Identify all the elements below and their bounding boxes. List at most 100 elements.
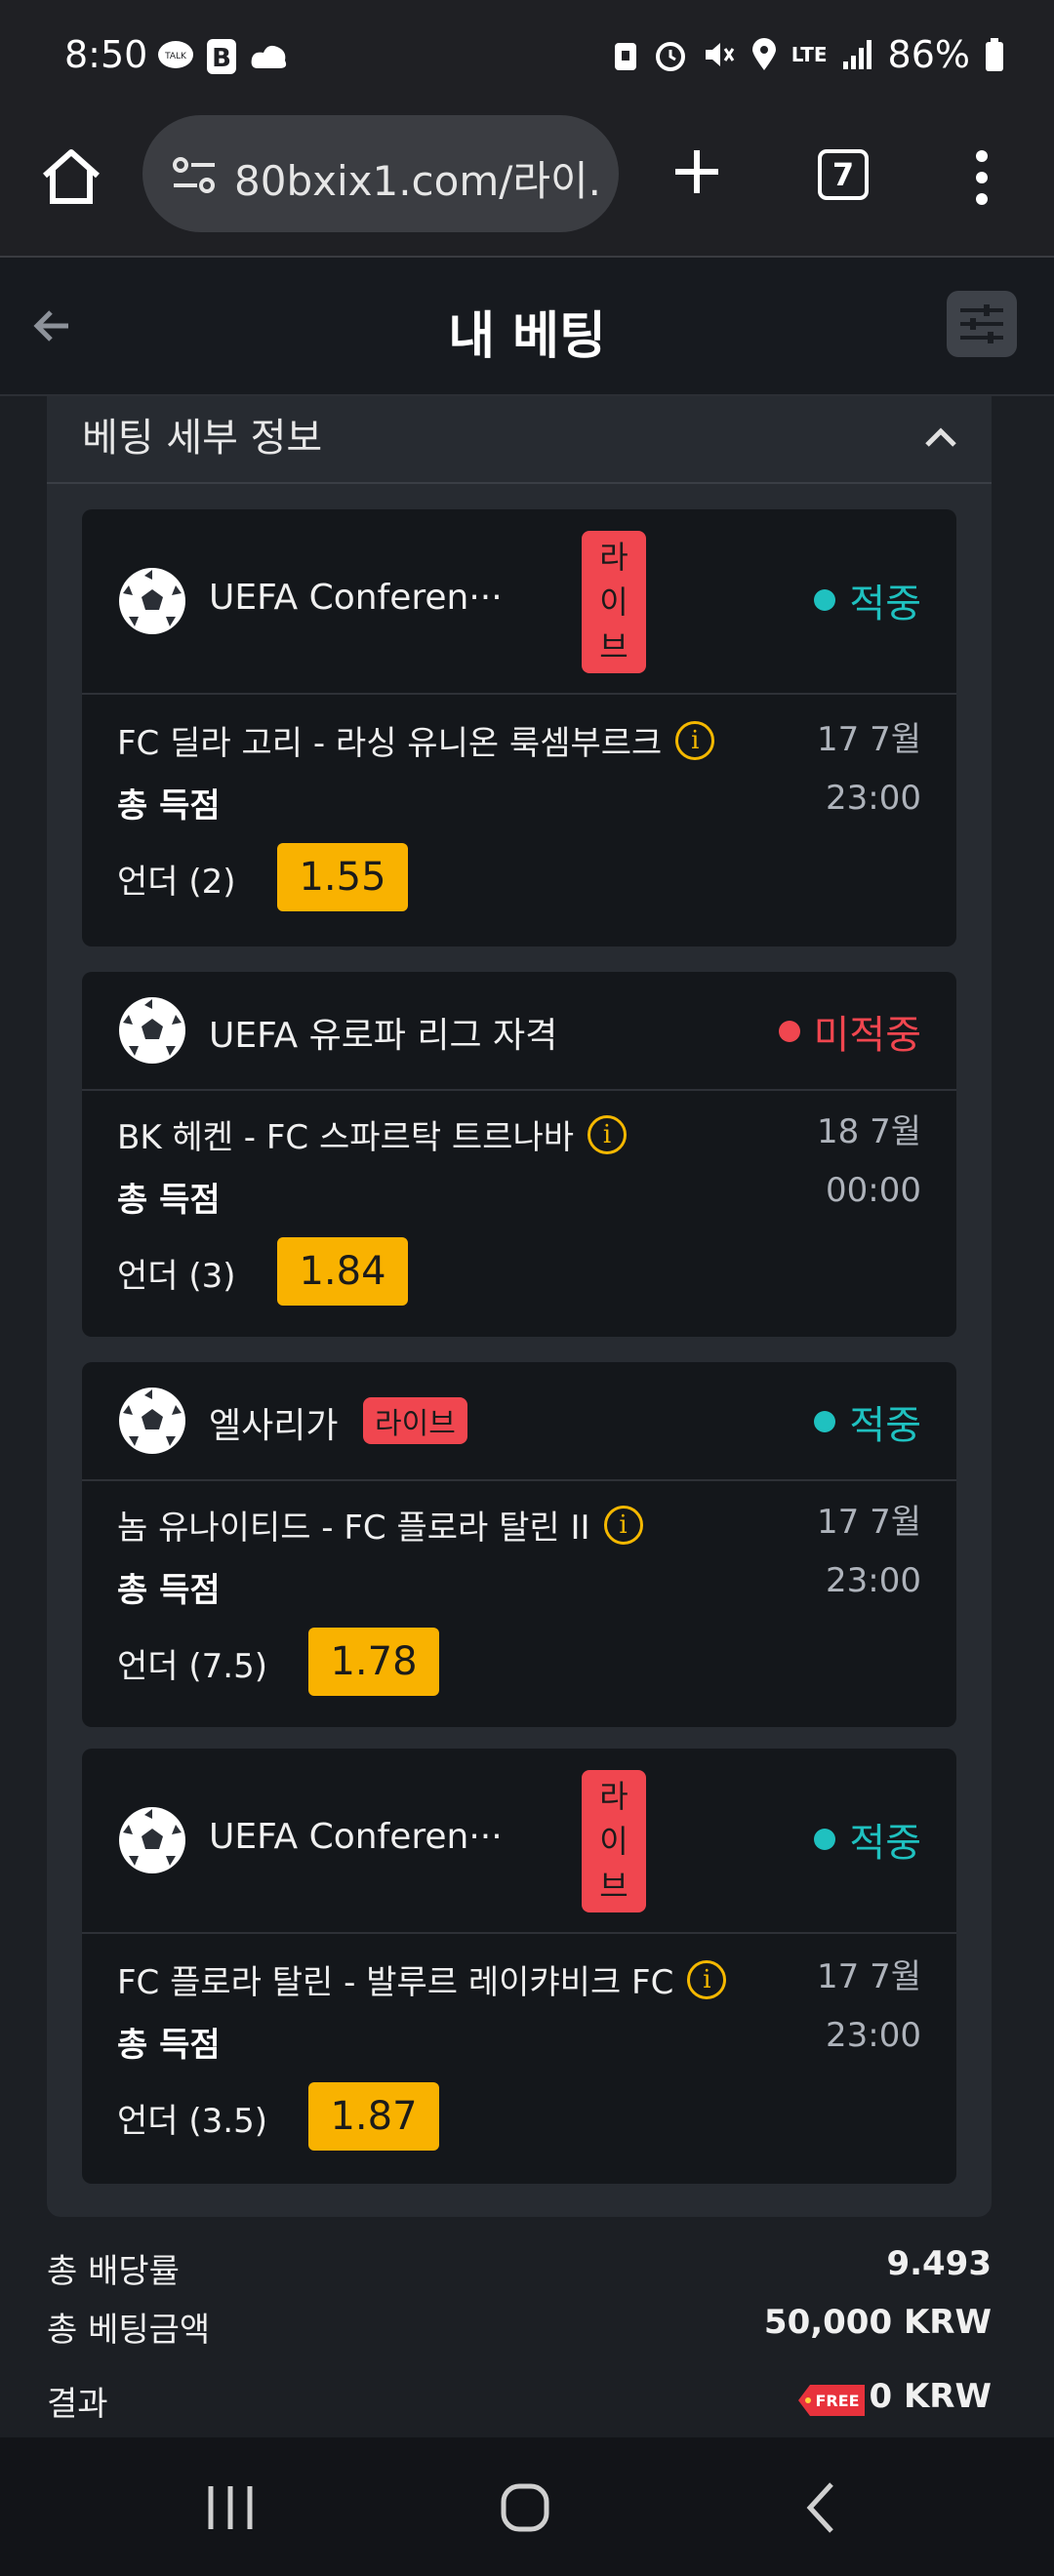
status-dot <box>814 1411 836 1432</box>
total-odds-label: 총 배당률 <box>47 2252 180 2291</box>
page-title: 내 베팅 <box>448 307 606 366</box>
alarm-icon <box>655 42 685 71</box>
bet-card-header: UEFA Conferen··· 라 이 브 적중 <box>82 509 956 695</box>
match-time: 23:00 <box>826 1561 921 1600</box>
soccer-ball-icon <box>119 997 185 1064</box>
match-name[interactable]: FC 딜라 고리 - 라싱 유니온 룩셈부르크 i <box>117 716 715 764</box>
app-header: 내 베팅 <box>0 258 1054 396</box>
market-name: 총 득점 <box>117 2026 221 2065</box>
bet-status-won: 적중 <box>814 572 921 628</box>
bet-status-won: 적중 <box>814 1811 921 1868</box>
back-nav-icon[interactable] <box>794 2480 849 2535</box>
odds-badge: 1.55 <box>277 843 408 911</box>
match-time: 00:00 <box>826 1171 921 1210</box>
match-teams: FC 플로라 탈린 - 발루르 레이캬비크 FC <box>117 1963 674 2002</box>
more-menu-icon[interactable] <box>972 148 992 207</box>
info-icon[interactable]: i <box>687 1959 727 1999</box>
home-nav-icon[interactable] <box>496 2480 554 2535</box>
filter-button[interactable] <box>947 291 1017 357</box>
site-settings-icon[interactable] <box>172 156 217 195</box>
league-name: UEFA Conferen··· <box>209 578 503 618</box>
bet-summary: 총 배당률 9.493 총 베팅금액 50,000 KRW 결과 FREE 0 … <box>47 2244 992 2430</box>
total-odds-row: 총 배당률 9.493 <box>47 2244 992 2299</box>
market-name: 총 득점 <box>117 1571 221 1610</box>
url-text[interactable]: 80bxix1.com/라이... <box>234 148 605 208</box>
notification-icons: TALK B <box>156 37 291 76</box>
free-tag-label: FREE <box>815 2392 859 2410</box>
soccer-ball-icon <box>119 1807 185 1873</box>
match-date: 17 7월 <box>817 720 921 759</box>
location-icon <box>751 38 776 70</box>
total-stake-value: 50,000 KRW <box>763 2303 992 2342</box>
bet-card: UEFA Conferen··· 라 이 브 적중 FC 플로라 탈린 - 발루… <box>82 1749 956 2184</box>
battery-percent: 86% <box>887 33 970 76</box>
match-time: 23:00 <box>826 2016 921 2055</box>
address-bar[interactable]: 80bxix1.com/라이... <box>142 115 619 232</box>
league-name: UEFA 유로파 리그 자격 <box>209 1016 558 1056</box>
bet-status-won: 적중 <box>814 1393 921 1450</box>
status-dot <box>814 1829 836 1850</box>
match-name[interactable]: FC 플로라 탈린 - 발루르 레이캬비크 FC i <box>117 1955 727 2003</box>
bet-card: UEFA 유로파 리그 자격 미적중 BK 헤켄 - FC 스파르탁 트르나바 … <box>82 972 956 1337</box>
live-badge: 라이브 <box>363 1397 467 1444</box>
selection-label: 언더 (3) <box>117 1257 236 1296</box>
match-datetime: 18 7월 00:00 <box>817 1103 921 1220</box>
match-datetime: 17 7월 23:00 <box>817 1493 921 1610</box>
match-date: 17 7월 <box>817 1503 921 1542</box>
signal-icon <box>842 40 872 69</box>
cloud-icon <box>251 45 287 68</box>
bet-status-lost: 미적중 <box>778 1003 921 1060</box>
league-name: UEFA Conferen··· <box>209 1817 503 1857</box>
status-label: 적중 <box>849 582 921 626</box>
odds-badge: 1.78 <box>308 1628 439 1696</box>
mute-icon <box>705 43 735 66</box>
browser-toolbar: 80bxix1.com/라이... 7 <box>0 115 1054 258</box>
status-label: 적중 <box>849 1821 921 1866</box>
info-icon[interactable]: i <box>588 1114 628 1154</box>
status-label: 적중 <box>849 1403 921 1448</box>
talk-icon: TALK <box>158 41 193 68</box>
result-label: 결과 <box>47 2385 108 2424</box>
soccer-ball-icon <box>119 1388 185 1454</box>
match-teams: BK 헤켄 - FC 스파르탁 트르나바 <box>117 1118 575 1157</box>
bet-card-header: UEFA 유로파 리그 자격 미적중 <box>82 972 956 1091</box>
result-value: 0 KRW <box>869 2377 992 2416</box>
match-teams: FC 딜라 고리 - 라싱 유니온 룩셈부르크 <box>117 724 663 763</box>
panel-header[interactable]: 베팅 세부 정보 <box>47 396 992 484</box>
battery-icon <box>986 38 1003 71</box>
soccer-ball-icon <box>119 568 185 634</box>
bet-card-header: 엘사리가 라이브 적중 <box>82 1362 956 1481</box>
match-date: 18 7월 <box>817 1112 921 1151</box>
match-name[interactable]: 놈 유나이티드 - FC 플로라 탈린 II i <box>117 1501 643 1549</box>
match-date: 17 7월 <box>817 1957 921 1996</box>
market-name: 총 득점 <box>117 786 221 825</box>
selection-label: 언더 (2) <box>117 863 236 902</box>
svg-text:TALK: TALK <box>164 52 187 61</box>
odds-badge: 1.87 <box>308 2082 439 2151</box>
info-icon[interactable]: i <box>675 720 715 760</box>
tab-switcher-button[interactable]: 7 <box>818 149 869 200</box>
match-datetime: 17 7월 23:00 <box>817 710 921 827</box>
live-badge: 라 이 브 <box>582 1770 646 1912</box>
status-right: LTE 86% <box>612 33 1005 76</box>
match-name[interactable]: BK 헤켄 - FC 스파르탁 트르나바 i <box>117 1110 628 1158</box>
info-icon[interactable]: i <box>603 1505 643 1545</box>
home-icon[interactable] <box>37 142 105 211</box>
status-time: 8:50 <box>64 33 148 76</box>
svg-text:B: B <box>212 44 231 73</box>
match-time: 23:00 <box>826 779 921 818</box>
status-bar: 8:50 TALK B LTE 86% <box>0 0 1054 115</box>
bet-card-header: UEFA Conferen··· 라 이 브 적중 <box>82 1749 956 1934</box>
live-badge: 라 이 브 <box>582 531 646 673</box>
new-tab-icon[interactable] <box>671 142 722 201</box>
chevron-up-icon[interactable] <box>921 418 960 457</box>
market-name: 총 득점 <box>117 1181 221 1220</box>
system-nav-bar <box>0 2437 1054 2576</box>
status-dot <box>778 1021 800 1042</box>
recent-apps-icon[interactable] <box>201 2480 260 2535</box>
sliders-icon <box>960 304 1003 343</box>
total-odds-value: 9.493 <box>886 2244 992 2283</box>
selection-label: 언더 (3.5) <box>117 2102 267 2141</box>
selection-label: 언더 (7.5) <box>117 1647 267 1686</box>
lock-icon <box>614 43 636 70</box>
